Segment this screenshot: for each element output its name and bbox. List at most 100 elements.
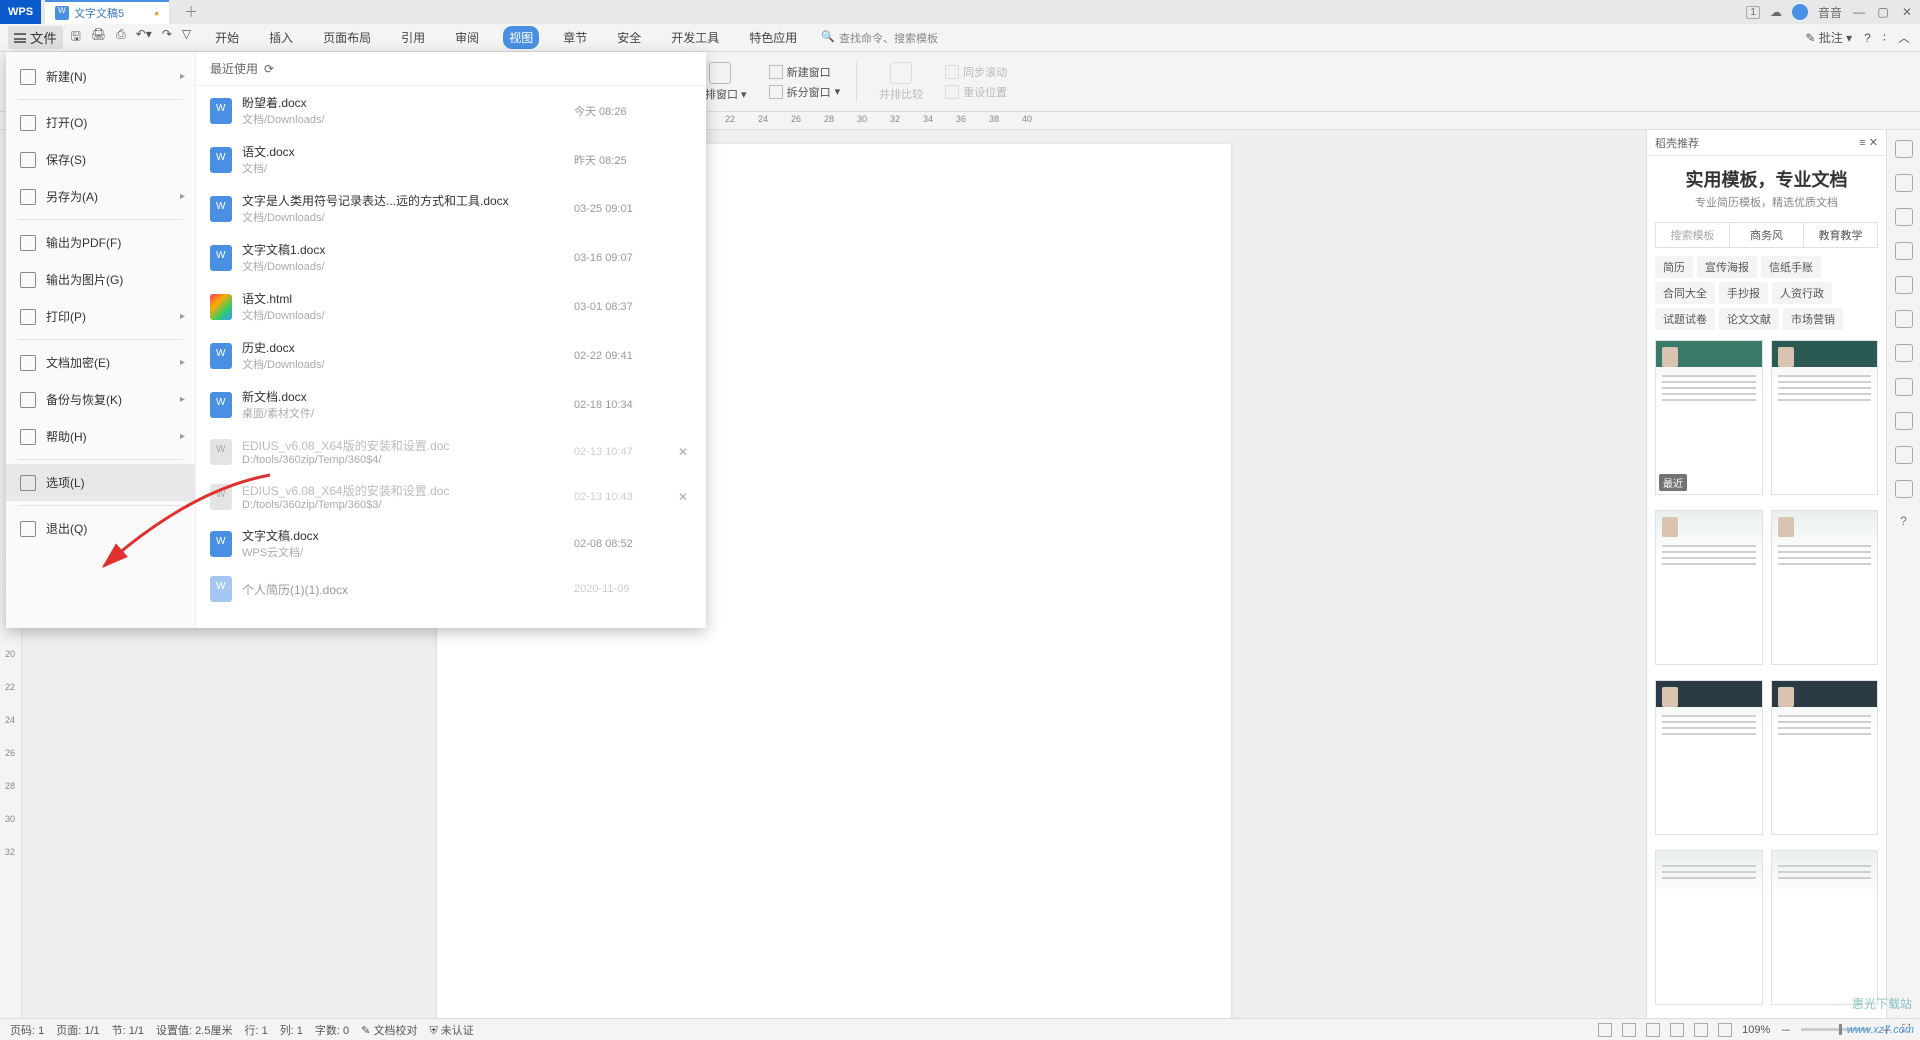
command-search[interactable]: 🔍 查找命令、搜索模板 bbox=[821, 30, 938, 46]
status-proof[interactable]: ✎ 文档校对 bbox=[361, 1022, 417, 1038]
preview-icon[interactable]: ⎙ bbox=[116, 27, 126, 48]
rail-icon[interactable] bbox=[1895, 242, 1913, 260]
style-icon[interactable]: ∶ bbox=[1883, 31, 1886, 45]
template-thumb[interactable] bbox=[1771, 680, 1879, 835]
template-thumb[interactable]: 最近 bbox=[1655, 340, 1763, 495]
approve-button[interactable]: ✎ 批注 ▾ bbox=[1805, 29, 1852, 46]
rail-help-icon[interactable]: ? bbox=[1900, 514, 1907, 528]
help-icon[interactable]: ? bbox=[1864, 31, 1871, 45]
rail-icon[interactable] bbox=[1895, 412, 1913, 430]
wps-logo[interactable]: WPS bbox=[0, 0, 41, 24]
view-mode-icon[interactable] bbox=[1622, 1023, 1636, 1037]
template-tag[interactable]: 信纸手账 bbox=[1761, 256, 1821, 278]
template-tag[interactable]: 宣传海报 bbox=[1697, 256, 1757, 278]
rail-icon[interactable] bbox=[1895, 208, 1913, 226]
template-thumb[interactable] bbox=[1771, 850, 1879, 1005]
template-tag[interactable]: 市场营销 bbox=[1783, 308, 1843, 330]
close-button[interactable]: ✕ bbox=[1900, 5, 1914, 19]
template-tag[interactable]: 合同大全 bbox=[1655, 282, 1715, 304]
add-tab-button[interactable]: ＋ bbox=[184, 2, 198, 22]
file-menu-item[interactable]: 文档加密(E)▸ bbox=[6, 344, 195, 381]
ribbon-tab[interactable]: 开始 bbox=[209, 26, 245, 49]
rail-icon[interactable] bbox=[1895, 446, 1913, 464]
recent-file-item[interactable]: 文字是人类用符号记录表达...远的方式和工具.docx文档/Downloads/… bbox=[196, 184, 706, 233]
template-thumb[interactable] bbox=[1771, 340, 1879, 495]
file-menu-item[interactable]: 退出(Q) bbox=[6, 510, 195, 547]
rail-icon[interactable] bbox=[1895, 344, 1913, 362]
undo-icon[interactable]: ↶▾ bbox=[136, 27, 152, 48]
file-menu-button[interactable]: 文件 bbox=[8, 26, 63, 49]
rail-icon[interactable] bbox=[1895, 480, 1913, 498]
print-icon[interactable]: 🖨 bbox=[91, 27, 106, 48]
file-menu-item[interactable]: 帮助(H)▸ bbox=[6, 418, 195, 455]
redo-icon[interactable]: ↷ bbox=[162, 27, 172, 48]
collapse-ribbon-icon[interactable]: ︿ bbox=[1898, 29, 1910, 46]
dropdown-icon[interactable]: ▽ bbox=[182, 27, 191, 48]
recent-file-item[interactable]: 盼望着.docx文档/Downloads/今天 08:26 bbox=[196, 86, 706, 135]
file-menu-item[interactable]: 选项(L) bbox=[6, 464, 195, 501]
template-category[interactable]: 教育教学 bbox=[1803, 223, 1877, 247]
recent-file-item[interactable]: EDIUS_v6.08_X64版的安装和设置.docD:/tools/360zi… bbox=[196, 429, 706, 474]
ribbon-tab[interactable]: 章节 bbox=[557, 26, 593, 49]
template-category[interactable]: 商务风 bbox=[1729, 223, 1803, 247]
tool-new-window[interactable]: 新建窗口 bbox=[769, 64, 841, 80]
view-mode-icon[interactable] bbox=[1718, 1023, 1732, 1037]
rail-icon[interactable] bbox=[1895, 140, 1913, 158]
template-thumb[interactable] bbox=[1655, 850, 1763, 1005]
file-menu-item[interactable]: 备份与恢复(K)▸ bbox=[6, 381, 195, 418]
recent-file-item[interactable]: 个人简历(1)(1).docx2020-11-09 bbox=[196, 568, 706, 610]
status-col[interactable]: 列: 1 bbox=[280, 1022, 303, 1038]
recent-file-item[interactable]: 新文档.docx桌面/素材文件/02-18 10:34 bbox=[196, 380, 706, 429]
recent-file-item[interactable]: 文字文稿.docxWPS云文档/02-08 08:52 bbox=[196, 519, 706, 568]
ribbon-tab[interactable]: 插入 bbox=[263, 26, 299, 49]
panel-settings-icon[interactable]: ≡ bbox=[1859, 137, 1865, 149]
ribbon-tab[interactable]: 特色应用 bbox=[743, 26, 803, 49]
status-page[interactable]: 页码: 1 bbox=[10, 1022, 44, 1038]
template-tag[interactable]: 人资行政 bbox=[1772, 282, 1832, 304]
ribbon-tab[interactable]: 视图 bbox=[503, 26, 539, 49]
status-line[interactable]: 行: 1 bbox=[244, 1022, 267, 1038]
template-tag[interactable]: 手抄报 bbox=[1719, 282, 1768, 304]
status-auth[interactable]: ⛨ 未认证 bbox=[429, 1022, 473, 1038]
zoom-out[interactable]: － bbox=[1780, 1022, 1791, 1038]
file-menu-item[interactable]: 新建(N)▸ bbox=[6, 58, 195, 95]
sync-icon[interactable]: ☁ bbox=[1770, 5, 1782, 19]
file-menu-item[interactable]: 保存(S) bbox=[6, 141, 195, 178]
view-mode-icon[interactable] bbox=[1598, 1023, 1612, 1037]
user-avatar[interactable] bbox=[1792, 4, 1808, 20]
template-tag[interactable]: 论文文献 bbox=[1719, 308, 1779, 330]
minimize-button[interactable]: — bbox=[1852, 5, 1866, 19]
view-mode-icon[interactable] bbox=[1646, 1023, 1660, 1037]
view-mode-icon[interactable] bbox=[1694, 1023, 1708, 1037]
refresh-icon[interactable]: ⟳ bbox=[264, 62, 274, 76]
ribbon-tab[interactable]: 安全 bbox=[611, 26, 647, 49]
ribbon-tab[interactable]: 页面布局 bbox=[317, 26, 377, 49]
ribbon-tab[interactable]: 开发工具 bbox=[665, 26, 725, 49]
status-pos[interactable]: 设置值: 2.5厘米 bbox=[156, 1022, 232, 1038]
document-tab[interactable]: 文字文稿5 • bbox=[45, 0, 169, 24]
file-menu-item[interactable]: 打开(O) bbox=[6, 104, 195, 141]
tool-split-window[interactable]: 拆分窗口 ▾ bbox=[769, 84, 841, 100]
ribbon-tab[interactable]: 审阅 bbox=[449, 26, 485, 49]
file-menu-item[interactable]: 输出为图片(G) bbox=[6, 261, 195, 298]
notification-badge[interactable]: 1 bbox=[1746, 6, 1760, 19]
status-pages[interactable]: 页面: 1/1 bbox=[56, 1022, 99, 1038]
template-thumb[interactable] bbox=[1771, 510, 1879, 665]
rail-icon[interactable] bbox=[1895, 378, 1913, 396]
save-icon[interactable]: 🖫 bbox=[71, 27, 81, 48]
user-name[interactable]: 音音 bbox=[1818, 4, 1842, 21]
maximize-button[interactable]: ▢ bbox=[1876, 5, 1890, 19]
recent-file-item[interactable]: EDIUS_v6.08_X64版的安装和设置.docD:/tools/360zi… bbox=[196, 474, 706, 519]
recent-file-item[interactable]: 语文.html文档/Downloads/03-01 08:37 bbox=[196, 282, 706, 331]
ribbon-tab[interactable]: 引用 bbox=[395, 26, 431, 49]
template-search[interactable]: 搜索模板 bbox=[1656, 223, 1729, 247]
template-thumb[interactable] bbox=[1655, 510, 1763, 665]
zoom-level[interactable]: 109% bbox=[1742, 1024, 1770, 1036]
rail-icon[interactable] bbox=[1895, 174, 1913, 192]
file-menu-item[interactable]: 另存为(A)▸ bbox=[6, 178, 195, 215]
file-menu-item[interactable]: 输出为PDF(F) bbox=[6, 224, 195, 261]
file-menu-item[interactable]: 打印(P)▸ bbox=[6, 298, 195, 335]
remove-recent-icon[interactable]: ✕ bbox=[674, 445, 692, 459]
recent-file-item[interactable]: 文字文稿1.docx文档/Downloads/03-16 09:07 bbox=[196, 233, 706, 282]
template-thumb[interactable] bbox=[1655, 680, 1763, 835]
